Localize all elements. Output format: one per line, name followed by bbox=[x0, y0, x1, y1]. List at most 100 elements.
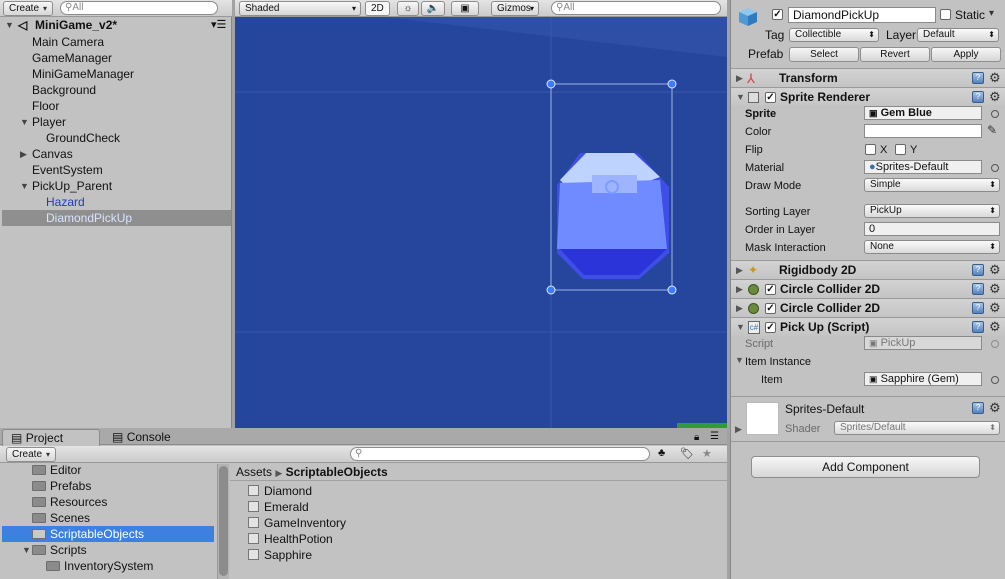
draw-mode-dropdown[interactable]: Simple bbox=[864, 178, 1000, 192]
folder-scenes[interactable]: Scenes bbox=[32, 510, 90, 526]
expand-arrow-icon[interactable]: ▼ bbox=[5, 17, 14, 33]
effects-dropdown-icon[interactable]: ▣ bbox=[451, 1, 479, 16]
prefab-apply-button[interactable]: Apply bbox=[931, 47, 1001, 62]
prefab-revert-button[interactable]: Revert bbox=[860, 47, 930, 62]
shading-mode-dropdown[interactable]: Shaded ▾ bbox=[239, 1, 361, 16]
expand-arrow-icon[interactable]: ▼ bbox=[736, 318, 745, 337]
resize-handle[interactable] bbox=[667, 285, 677, 295]
collapse-arrow-icon[interactable]: ▶ bbox=[735, 421, 742, 437]
2d-mode-toggle[interactable]: 2D bbox=[365, 1, 390, 16]
expand-arrow-icon[interactable]: ▼ bbox=[736, 88, 745, 107]
hierarchy-search-input[interactable]: ⚲All bbox=[60, 1, 218, 15]
sprite-field[interactable]: ▣ Gem Blue bbox=[864, 106, 982, 120]
help-book-icon[interactable]: ? bbox=[972, 91, 984, 103]
hierarchy-item-pickup-parent[interactable]: PickUp_Parent bbox=[32, 178, 112, 194]
asset-diamond[interactable]: Diamond bbox=[248, 483, 312, 499]
hierarchy-item-diamondpickup[interactable]: DiamondPickUp bbox=[46, 210, 132, 226]
menu-icon[interactable]: ☰ bbox=[710, 431, 719, 442]
resize-handle[interactable] bbox=[546, 79, 556, 89]
help-book-icon[interactable]: ? bbox=[972, 321, 984, 333]
gear-icon[interactable]: ⚙ bbox=[989, 320, 1001, 334]
filter-type-icon[interactable]: ♣ bbox=[658, 447, 665, 459]
hierarchy-item-minigamemanager[interactable]: MiniGameManager bbox=[32, 66, 134, 82]
audio-toggle-icon[interactable]: 🔈 bbox=[421, 1, 445, 16]
circle-collider-enabled-checkbox[interactable]: ✓ bbox=[765, 284, 776, 295]
gear-icon[interactable]: ⚙ bbox=[989, 90, 1001, 104]
breadcrumb-assets[interactable]: Assets bbox=[236, 465, 272, 479]
flip-y-checkbox[interactable] bbox=[895, 144, 906, 155]
expand-arrow-icon[interactable]: ▼ bbox=[735, 352, 744, 368]
folder-inventorysystem[interactable]: InventorySystem bbox=[46, 558, 153, 574]
gear-icon[interactable]: ⚙ bbox=[989, 301, 1001, 315]
collapse-arrow-icon[interactable]: ▶ bbox=[736, 299, 743, 318]
hierarchy-item-floor[interactable]: Floor bbox=[32, 98, 59, 114]
hierarchy-item-canvas[interactable]: Canvas bbox=[32, 146, 73, 162]
folder-prefabs[interactable]: Prefabs bbox=[32, 478, 91, 494]
tab-project[interactable]: ▤ Project bbox=[2, 429, 100, 446]
transform-header[interactable]: ▶ ⅄ Transform ? ⚙ bbox=[731, 68, 1005, 87]
scene-canvas[interactable] bbox=[235, 17, 727, 428]
help-book-icon[interactable]: ? bbox=[972, 264, 984, 276]
resize-handle[interactable] bbox=[546, 285, 556, 295]
tab-console[interactable]: ▤ Console bbox=[104, 429, 204, 445]
flip-x-checkbox[interactable] bbox=[865, 144, 876, 155]
asset-emerald[interactable]: Emerald bbox=[248, 499, 309, 515]
folder-resources[interactable]: Resources bbox=[32, 494, 107, 510]
mask-interaction-dropdown[interactable]: None bbox=[864, 240, 1000, 254]
help-book-icon[interactable]: ? bbox=[972, 283, 984, 295]
gear-icon[interactable]: ⚙ bbox=[989, 263, 1001, 277]
pickup-script-header[interactable]: ▼ c# ✓ Pick Up (Script) ? ⚙ bbox=[731, 317, 1005, 336]
expand-arrow-icon[interactable]: ▼ bbox=[22, 542, 31, 558]
resize-handle[interactable] bbox=[667, 79, 677, 89]
static-dropdown-icon[interactable]: ▾ bbox=[989, 7, 994, 21]
collapse-arrow-icon[interactable]: ▶ bbox=[736, 69, 743, 88]
help-book-icon[interactable]: ? bbox=[972, 72, 984, 84]
project-search-input[interactable]: ⚲ bbox=[350, 447, 650, 461]
folder-tree-scrollbar[interactable] bbox=[217, 464, 229, 579]
material-field[interactable]: ●Sprites-Default bbox=[864, 160, 982, 174]
scene-search-input[interactable]: ⚲All bbox=[551, 1, 721, 15]
help-book-icon[interactable]: ? bbox=[972, 402, 984, 414]
gear-icon[interactable]: ⚙ bbox=[989, 71, 1001, 85]
expand-arrow-icon[interactable]: ▼ bbox=[20, 114, 29, 130]
menu-icon[interactable]: ▾☰ bbox=[211, 17, 226, 33]
hierarchy-create-button[interactable]: Create bbox=[3, 1, 54, 16]
filter-label-icon[interactable]: 🏷︎ bbox=[680, 447, 694, 460]
hierarchy-item-gamemanager[interactable]: GameManager bbox=[32, 50, 112, 66]
gear-icon[interactable]: ⚙ bbox=[989, 282, 1001, 296]
scene-view[interactable]: Shaded ▾ 2D ☼ 🔈 ▣ Gizmos ▾ ⚲All bbox=[235, 0, 727, 428]
collapse-arrow-icon[interactable]: ▶ bbox=[20, 146, 27, 162]
layer-dropdown[interactable]: Default bbox=[917, 28, 999, 42]
add-component-button[interactable]: Add Component bbox=[751, 456, 980, 478]
favorites-star-icon[interactable]: ★ bbox=[702, 447, 712, 460]
prefab-select-button[interactable]: Select bbox=[789, 47, 859, 62]
folder-scripts[interactable]: Scripts bbox=[32, 542, 87, 558]
scene-root-row[interactable]: ▼ ◁ MiniGame_v2* ▾☰ bbox=[0, 17, 232, 33]
asset-sapphire[interactable]: Sapphire bbox=[248, 547, 312, 563]
asset-healthpotion[interactable]: HealthPotion bbox=[248, 531, 333, 547]
sprite-renderer-header[interactable]: ▼ ✓ Sprite Renderer ? ⚙ bbox=[731, 87, 1005, 106]
help-book-icon[interactable]: ? bbox=[972, 302, 984, 314]
hierarchy-item-groundcheck[interactable]: GroundCheck bbox=[46, 130, 120, 146]
object-picker-icon[interactable] bbox=[991, 110, 999, 118]
active-checkbox[interactable]: ✓ bbox=[772, 9, 783, 20]
asset-gameinventory[interactable]: GameInventory bbox=[248, 515, 346, 531]
gizmos-dropdown[interactable]: Gizmos ▾ bbox=[491, 1, 539, 16]
lighting-toggle-icon[interactable]: ☼ bbox=[397, 1, 419, 16]
pickup-script-enabled-checkbox[interactable]: ✓ bbox=[765, 322, 776, 333]
folder-scriptableobjects[interactable]: ScriptableObjects bbox=[32, 526, 144, 542]
circle-collider-header-1[interactable]: ▶ ✓ Circle Collider 2D ? ⚙ bbox=[731, 279, 1005, 298]
hierarchy-item-main-camera[interactable]: Main Camera bbox=[32, 34, 104, 50]
object-picker-icon[interactable] bbox=[991, 376, 999, 384]
hierarchy-item-eventsystem[interactable]: EventSystem bbox=[32, 162, 103, 178]
sprite-renderer-enabled-checkbox[interactable]: ✓ bbox=[765, 92, 776, 103]
folder-editor[interactable]: Editor bbox=[32, 462, 81, 478]
object-name-field[interactable]: DiamondPickUp bbox=[788, 7, 936, 23]
color-swatch[interactable] bbox=[864, 124, 982, 138]
tag-dropdown[interactable]: Collectible bbox=[789, 28, 879, 42]
gem-sprite[interactable] bbox=[557, 153, 669, 279]
hierarchy-item-hazard[interactable]: Hazard bbox=[46, 194, 85, 210]
sorting-layer-dropdown[interactable]: PickUp bbox=[864, 204, 1000, 218]
expand-arrow-icon[interactable]: ▼ bbox=[20, 178, 29, 194]
project-create-button[interactable]: Create bbox=[6, 447, 57, 462]
